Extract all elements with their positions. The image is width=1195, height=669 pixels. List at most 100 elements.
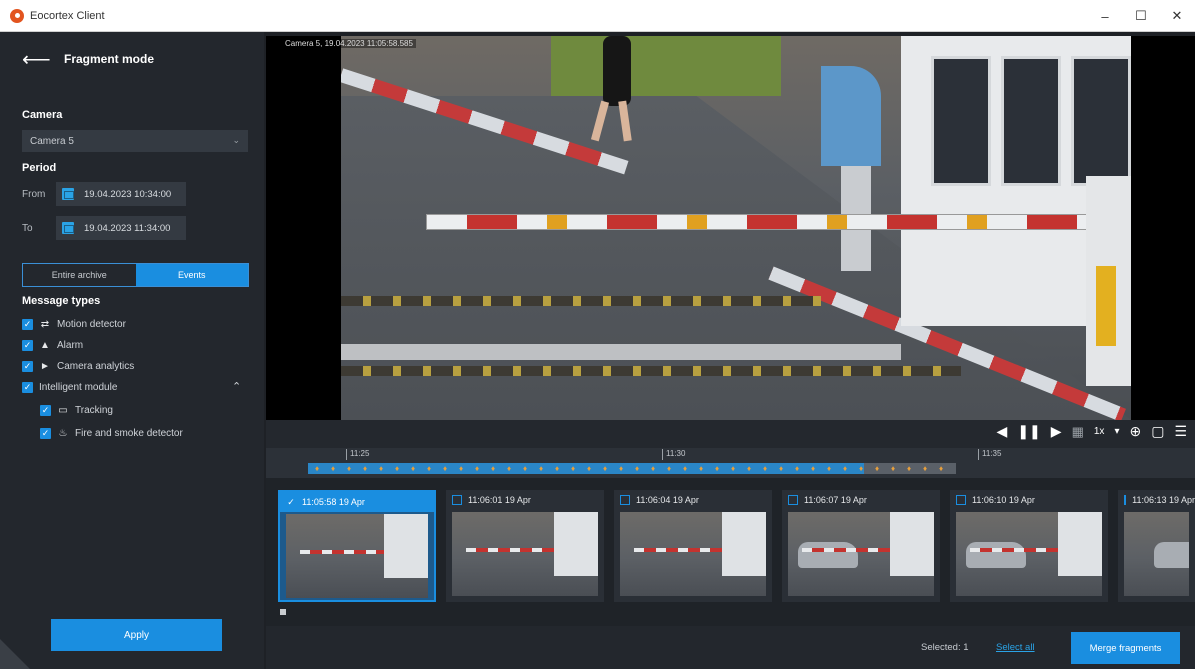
event-marker-icon[interactable]: ♦ [696, 464, 706, 473]
to-date-field[interactable]: 19.04.2023 11:34:00 [56, 216, 186, 240]
fragment-card[interactable]: 11:06:01 19 Apr [446, 490, 604, 602]
checkbox[interactable] [22, 319, 33, 330]
back-arrow-icon[interactable]: ⟵ [22, 47, 51, 72]
event-marker-icon[interactable]: ♦ [728, 464, 738, 473]
fragment-checkbox[interactable] [620, 495, 630, 505]
fragment-thumbnail [620, 512, 766, 596]
from-date-field[interactable]: 19.04.2023 10:34:00 [56, 182, 186, 206]
apply-button[interactable]: Apply [51, 619, 222, 651]
fragment-checkbox[interactable] [1124, 495, 1127, 505]
message-type-intelligent-module[interactable]: Intelligent module [22, 382, 117, 393]
event-marker-icon[interactable]: ♦ [856, 464, 866, 473]
chevron-down-icon: ⌄ [232, 135, 240, 145]
event-marker-icon[interactable]: ♦ [872, 464, 882, 473]
event-marker-icon[interactable]: ♦ [456, 464, 466, 473]
event-marker-icon[interactable]: ♦ [488, 464, 498, 473]
select-all-link[interactable]: Select all [996, 642, 1035, 653]
event-marker-icon[interactable]: ♦ [824, 464, 834, 473]
event-marker-icon[interactable]: ♦ [920, 464, 930, 473]
event-marker-icon[interactable]: ♦ [408, 464, 418, 473]
fragment-checkbox[interactable] [788, 495, 798, 505]
fragment-header: ✓ 11:05:58 19 Apr [280, 492, 434, 512]
event-marker-icon[interactable]: ♦ [632, 464, 642, 473]
menu-icon[interactable]: ☰ [1174, 423, 1187, 440]
scroll-indicator[interactable] [280, 609, 286, 615]
close-button[interactable]: ✕ [1159, 0, 1195, 32]
event-marker-icon[interactable]: ♦ [808, 464, 818, 473]
event-marker-icon[interactable]: ♦ [664, 464, 674, 473]
message-type-fire-smoke[interactable]: ♨ Fire and smoke detector [40, 428, 183, 439]
message-type-camera-analytics[interactable]: ► Camera analytics [22, 361, 134, 372]
event-marker-icon[interactable]: ♦ [648, 464, 658, 473]
camera-select[interactable]: Camera 5 ⌄ [22, 130, 248, 152]
calendar-icon[interactable] [62, 188, 74, 200]
event-marker-icon[interactable]: ♦ [936, 464, 946, 473]
checkbox[interactable] [22, 340, 33, 351]
period-label: Period [22, 162, 57, 174]
event-marker-icon[interactable]: ♦ [792, 464, 802, 473]
minimize-button[interactable]: – [1087, 0, 1123, 32]
event-marker-icon[interactable]: ♦ [888, 464, 898, 473]
event-marker-icon[interactable]: ♦ [568, 464, 578, 473]
fragment-checkbox[interactable] [956, 495, 966, 505]
tab-events[interactable]: Events [135, 264, 248, 286]
event-marker-icon[interactable]: ♦ [344, 464, 354, 473]
fragment-checkbox[interactable] [452, 495, 462, 505]
message-type-motion-detector[interactable]: ⇄ Motion detector [22, 319, 126, 330]
message-type-alarm[interactable]: ▲ Alarm [22, 340, 83, 351]
event-marker-icon[interactable]: ♦ [328, 464, 338, 473]
event-marker-icon[interactable]: ♦ [360, 464, 370, 473]
event-marker-icon[interactable]: ♦ [904, 464, 914, 473]
fragment-card[interactable]: 11:06:04 19 Apr [614, 490, 772, 602]
event-marker-icon[interactable]: ♦ [312, 464, 322, 473]
tab-entire-archive[interactable]: Entire archive [23, 264, 136, 286]
screenshot-icon[interactable]: ▢ [1151, 423, 1164, 440]
event-marker-icon[interactable]: ♦ [776, 464, 786, 473]
event-marker-icon[interactable]: ♦ [440, 464, 450, 473]
checkbox[interactable] [22, 382, 33, 393]
speed-value[interactable]: 1x [1094, 426, 1105, 437]
pause-icon[interactable]: ❚❚ [1017, 423, 1040, 440]
calendar-icon[interactable] [62, 222, 74, 234]
event-marker-icon[interactable]: ♦ [376, 464, 386, 473]
speed-dropdown-icon[interactable]: ▾ [1114, 426, 1119, 437]
checkbox[interactable] [40, 428, 51, 439]
event-marker-icon[interactable]: ♦ [680, 464, 690, 473]
timeline[interactable]: 11:25 11:30 11:35 ♦ ♦ ♦ ♦ ♦ ♦ ♦ ♦ ♦ ♦ ♦ … [266, 448, 1195, 478]
tracking-icon: ▭ [58, 405, 68, 416]
event-marker-icon[interactable]: ♦ [616, 464, 626, 473]
event-marker-icon[interactable]: ♦ [744, 464, 754, 473]
event-marker-icon[interactable]: ♦ [760, 464, 770, 473]
event-marker-icon[interactable]: ♦ [472, 464, 482, 473]
fragment-card[interactable]: 11:06:07 19 Apr [782, 490, 940, 602]
event-marker-icon[interactable]: ♦ [392, 464, 402, 473]
chevron-up-icon[interactable]: ⌃ [232, 380, 241, 393]
zoom-icon[interactable]: ⊕ [1129, 423, 1141, 440]
event-marker-icon[interactable]: ♦ [600, 464, 610, 473]
fragment-card[interactable]: ✓ 11:05:58 19 Apr [278, 490, 436, 602]
pedestrian-image [603, 36, 631, 106]
fragment-card[interactable]: 11:06:10 19 Apr [950, 490, 1108, 602]
checkbox[interactable] [40, 405, 51, 416]
fragment-checkbox[interactable]: ✓ [286, 497, 296, 507]
video-player[interactable]: Camera 5, 19.04.2023 11:05:58.585 [266, 36, 1195, 420]
event-marker-icon[interactable]: ♦ [584, 464, 594, 473]
merge-fragments-button[interactable]: Merge fragments [1071, 632, 1180, 664]
event-marker-icon[interactable]: ♦ [552, 464, 562, 473]
event-marker-icon[interactable]: ♦ [504, 464, 514, 473]
event-marker-icon[interactable]: ♦ [712, 464, 722, 473]
maximize-button[interactable]: ☐ [1123, 0, 1159, 32]
calendar-icon[interactable]: ▦ [1072, 424, 1084, 440]
motion-icon: ⇄ [40, 319, 50, 330]
checkbox[interactable] [22, 361, 33, 372]
message-type-label: Tracking [75, 405, 113, 416]
message-type-tracking[interactable]: ▭ Tracking [40, 405, 113, 416]
step-forward-icon[interactable]: ▶ [1051, 423, 1062, 440]
step-back-icon[interactable]: ◀ [997, 423, 1008, 440]
event-marker-icon[interactable]: ♦ [536, 464, 546, 473]
fragment-time: 11:06:10 19 Apr [972, 495, 1035, 505]
event-marker-icon[interactable]: ♦ [520, 464, 530, 473]
event-marker-icon[interactable]: ♦ [840, 464, 850, 473]
fragment-card[interactable]: 11:06:13 19 Apr [1118, 490, 1195, 602]
event-marker-icon[interactable]: ♦ [424, 464, 434, 473]
